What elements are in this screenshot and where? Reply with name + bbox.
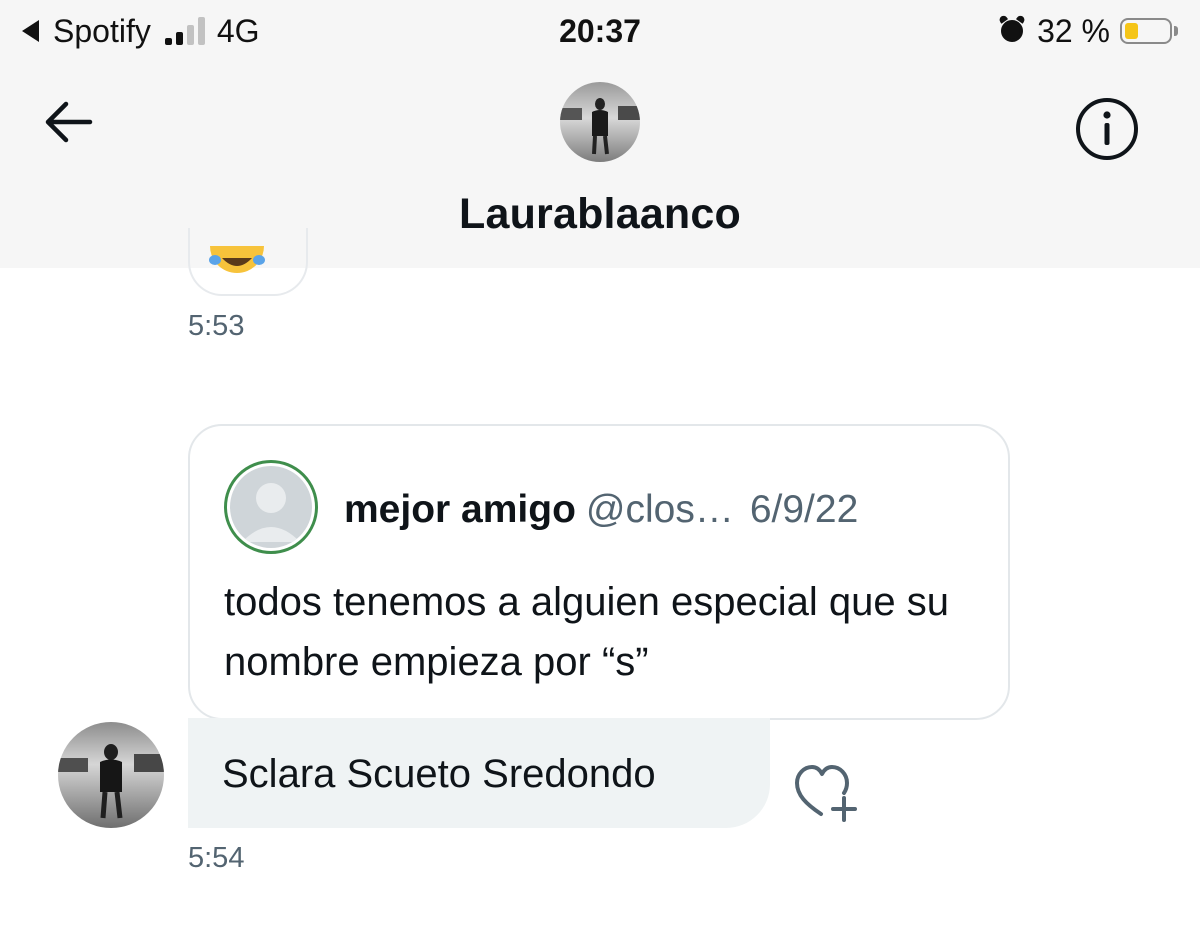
alarm-icon xyxy=(1001,20,1024,42)
quoted-user-avatar[interactable] xyxy=(224,460,318,554)
default-profile-icon xyxy=(242,483,300,542)
heart-plus-icon xyxy=(795,765,857,822)
sender-avatar[interactable] xyxy=(58,722,164,828)
reply-message-bubble[interactable]: Sclara Scueto Sredondo xyxy=(188,718,770,828)
avatar-photo xyxy=(58,722,164,828)
default-avatar xyxy=(230,466,312,548)
quoted-tweet-date: 6/9/22 xyxy=(749,488,859,531)
emoji-message-bubble[interactable] xyxy=(188,228,308,296)
back-button[interactable] xyxy=(38,90,102,154)
quoted-user-name[interactable]: mejor amigo xyxy=(344,488,576,531)
battery-nub xyxy=(1174,26,1178,36)
header-avatar[interactable] xyxy=(560,82,640,162)
arrow-left-icon xyxy=(45,101,93,143)
conversation-title: Laurablaanco xyxy=(459,190,741,238)
avatar-photo xyxy=(560,82,640,162)
status-bar: Spotify 4G 20:37 32 % xyxy=(0,0,1200,62)
message-timestamp: 5:53 xyxy=(188,310,245,342)
status-bar-right: 32 % xyxy=(1001,10,1178,52)
crying-emoji-icon xyxy=(209,246,265,273)
shared-tweet-card[interactable]: mejor amigo @clos… 6/9/22 todos tenemos a … xyxy=(188,424,1010,720)
battery-level xyxy=(1125,23,1138,39)
battery-icon xyxy=(1120,18,1172,44)
reply-text: Sclara Scueto Sredondo xyxy=(222,752,656,796)
info-circle-icon xyxy=(1076,98,1138,160)
quoted-tweet-text: todos tenemos a alguien especial que su … xyxy=(224,580,949,684)
react-button[interactable] xyxy=(792,760,864,824)
battery-percent: 32 % xyxy=(1037,12,1110,49)
info-button[interactable] xyxy=(1074,96,1140,162)
quoted-user-handle[interactable]: @clos… xyxy=(586,488,734,531)
conversation-header: Laurablaanco xyxy=(0,62,1200,268)
quoted-tweet-header: mejor amigo @clos… 6/9/22 xyxy=(344,488,858,532)
message-timestamp: 5:54 xyxy=(188,842,245,874)
